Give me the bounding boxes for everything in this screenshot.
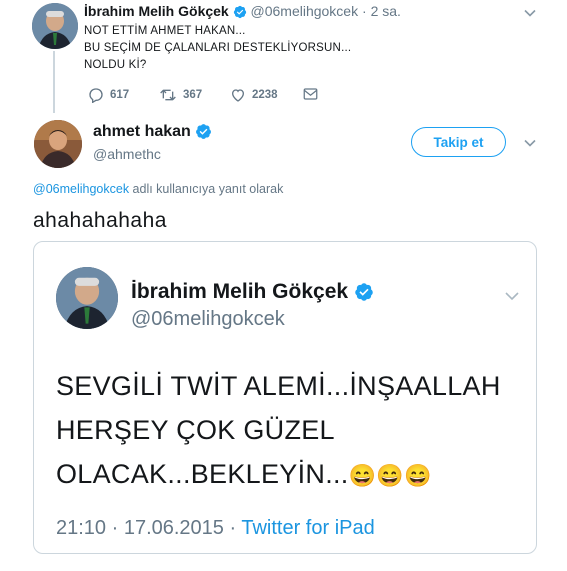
parent-author-name[interactable]: İbrahim Melih Gökçek — [84, 3, 229, 19]
parent-line-1: NOT ETTİM AHMET HAKAN... — [84, 25, 246, 37]
embedded-line-2: HERŞEY ÇOK GÜZEL — [56, 415, 335, 445]
embedded-timestamp-row: 21:10 · 17.06.2015 · Twitter for iPad — [56, 517, 375, 540]
chevron-down-icon — [505, 292, 519, 301]
chevron-down-icon[interactable] — [523, 136, 537, 150]
header-separator: · — [362, 3, 367, 19]
main-author-name-row: ahmet hakan — [93, 123, 212, 141]
reply-mention-link[interactable]: @06melihgokcek — [33, 182, 129, 196]
dm-icon — [303, 88, 318, 100]
verified-badge-icon — [196, 124, 212, 140]
main-author-handle[interactable]: @ahmethc — [93, 146, 161, 162]
embedded-tweet-text: SEVGİLİ TWİT ALEMİ...İNŞAALLAH HERŞEY ÇOK… — [56, 364, 501, 498]
parent-tweet-time[interactable]: 2 sa. — [371, 3, 401, 19]
embedded-avatar — [56, 267, 118, 329]
main-avatar[interactable] — [34, 120, 82, 168]
parent-line-2: BU SEÇİM DE ÇALANLARI DESTEKLİYORSUN... — [84, 42, 352, 54]
parent-author-handle[interactable]: @06melihgokcek — [251, 3, 359, 19]
embedded-line-1: SEVGİLİ TWİT ALEMİ...İNŞAALLAH — [56, 371, 501, 401]
main-author-name[interactable]: ahmet hakan — [93, 123, 191, 140]
reply-count: 617 — [110, 89, 130, 102]
reply-icon — [89, 88, 103, 104]
embedded-timestamp: 21:10 · 17.06.2015 · — [56, 517, 242, 539]
parent-tweet-header: İbrahim Melih Gökçek @06melihgokcek · 2 … — [84, 3, 401, 19]
tweet-photo[interactable]: İbrahim Melih Gökçek @06melihgokcek SEVG… — [33, 241, 537, 554]
embedded-author-name: İbrahim Melih Gökçek — [131, 280, 349, 303]
reply-action[interactable]: 617 — [88, 87, 130, 104]
grin-emoji-icon: 😄😄😄 — [348, 463, 432, 488]
parent-avatar[interactable] — [32, 3, 78, 49]
follow-button[interactable]: Takip et — [411, 127, 506, 157]
embedded-author-handle: @06melihgokcek — [131, 308, 285, 330]
reply-context: @06melihgokcek adlı kullanıcıya yanıt ol… — [33, 182, 283, 196]
verified-badge-icon — [355, 283, 373, 302]
retweet-count: 367 — [183, 89, 203, 102]
like-count: 2238 — [252, 89, 278, 102]
embedded-source: Twitter for iPad — [241, 517, 375, 539]
thread-line — [53, 51, 55, 113]
like-icon — [231, 89, 245, 102]
embedded-author-row: İbrahim Melih Gökçek — [131, 280, 374, 304]
verified-badge-icon — [233, 6, 246, 19]
retweet-action[interactable]: 367 — [159, 87, 202, 103]
dm-action[interactable] — [303, 87, 324, 101]
parent-tweet-text: NOT ETTİM AHMET HAKAN... BU SEÇİM DE ÇALA… — [84, 23, 351, 74]
parent-line-3: NOLDU Kİ? — [84, 59, 147, 71]
chevron-down-icon[interactable] — [523, 6, 537, 20]
main-tweet-text: ahahahahaha — [33, 209, 167, 232]
reply-context-text: adlı kullanıcıya yanıt olarak — [129, 182, 284, 196]
retweet-icon — [160, 89, 176, 101]
like-action[interactable]: 2238 — [230, 87, 278, 103]
embedded-line-3-row: OLACAK...BEKLEYİN...😄😄😄 — [56, 452, 501, 498]
embedded-line-3: OLACAK...BEKLEYİN... — [56, 459, 349, 489]
